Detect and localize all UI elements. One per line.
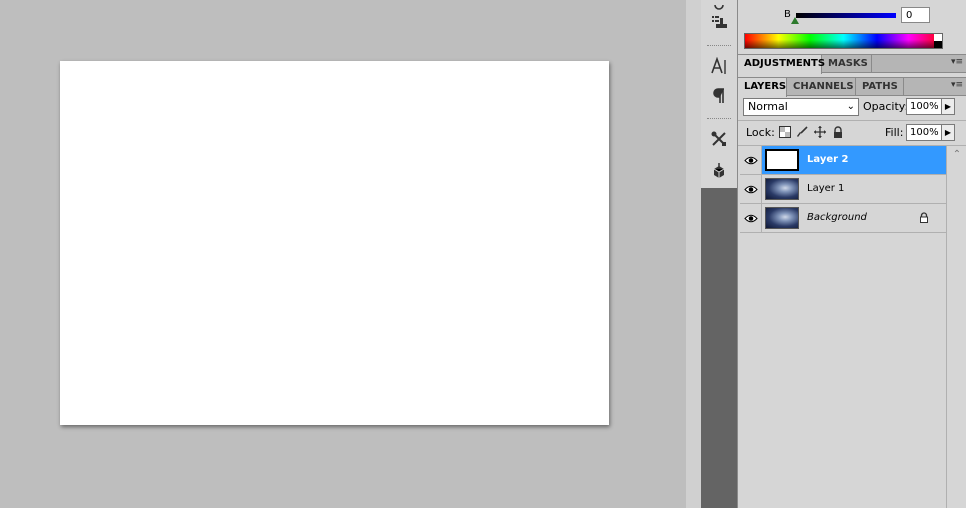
- lock-icon: [918, 211, 930, 223]
- chevron-down-icon: ⌄: [846, 101, 855, 112]
- layers-list: Layer 2 Layer 1 Background: [740, 146, 946, 508]
- slider-thumb[interactable]: [791, 17, 799, 24]
- character-icon[interactable]: [704, 53, 734, 79]
- fill-label: Fill:: [885, 126, 904, 139]
- canvas-area[interactable]: [0, 0, 686, 508]
- panel-dock: [701, 0, 738, 508]
- fill-input[interactable]: 100%: [906, 124, 942, 141]
- black-white-swatch[interactable]: [934, 34, 942, 48]
- dock-icon-strip: [701, 0, 738, 188]
- layer-row[interactable]: Background: [740, 204, 946, 233]
- tool-presets-icon[interactable]: [704, 126, 734, 152]
- document-canvas[interactable]: [60, 61, 609, 425]
- panel-divider[interactable]: [686, 0, 701, 508]
- scroll-up-icon[interactable]: ⌃: [947, 146, 966, 162]
- layer-thumbnail: [765, 178, 799, 200]
- dock-grip[interactable]: [707, 45, 731, 46]
- tab-masks[interactable]: MASKS: [822, 55, 872, 73]
- adjustments-tabbar: ADJUSTMENTS MASKS ▾≡: [738, 54, 966, 74]
- layer-name[interactable]: Layer 2: [807, 154, 848, 165]
- lock-label: Lock:: [746, 126, 775, 139]
- tab-channels[interactable]: CHANNELS: [787, 78, 856, 96]
- layer-row[interactable]: Layer 1: [740, 175, 946, 204]
- layer-thumbnail: [765, 149, 799, 171]
- tab-layers[interactable]: LAYERS: [738, 78, 787, 97]
- divider: [738, 120, 966, 121]
- tab-adjustments[interactable]: ADJUSTMENTS: [738, 55, 825, 74]
- color-channel-slider[interactable]: [796, 13, 896, 18]
- layer-thumbnail: [765, 207, 799, 229]
- visibility-eye-icon[interactable]: [740, 204, 762, 232]
- dock-grip[interactable]: [707, 118, 731, 119]
- layers-scrollbar[interactable]: ⌃: [946, 146, 966, 508]
- opacity-arrow-icon[interactable]: ▶: [941, 98, 955, 115]
- color-spectrum[interactable]: [744, 33, 943, 49]
- fill-arrow-icon[interactable]: ▶: [941, 124, 955, 141]
- blend-mode-value: Normal: [748, 100, 788, 113]
- tab-paths[interactable]: PATHS: [856, 78, 904, 96]
- opacity-input[interactable]: 100%: [906, 98, 942, 115]
- 3d-icon[interactable]: [704, 158, 734, 184]
- layer-name[interactable]: Background: [807, 212, 867, 223]
- color-channel-value[interactable]: 0: [901, 7, 930, 23]
- paragraph-icon[interactable]: [704, 83, 734, 109]
- visibility-eye-icon[interactable]: [740, 146, 762, 174]
- lock-transparent-pixels-icon[interactable]: [778, 125, 792, 139]
- lock-position-icon[interactable]: [813, 125, 827, 139]
- panel-menu-icon[interactable]: ▾≡: [951, 80, 963, 90]
- lock-image-pixels-icon[interactable]: [795, 125, 809, 139]
- clone-source-icon[interactable]: [704, 9, 734, 35]
- layer-row[interactable]: Layer 2: [740, 146, 946, 175]
- lock-all-icon[interactable]: [831, 125, 845, 139]
- visibility-eye-icon[interactable]: [740, 175, 762, 203]
- layers-tabbar: LAYERS CHANNELS PATHS ▾≡: [738, 77, 966, 97]
- color-channel-row: B 0: [738, 6, 966, 26]
- layer-name[interactable]: Layer 1: [807, 183, 844, 194]
- panels-column: B 0 ADJUSTMENTS MASKS ▾≡ LAYERS CHANNELS…: [737, 0, 966, 508]
- color-channel-label: B: [784, 9, 791, 20]
- opacity-label: Opacity:: [863, 100, 909, 113]
- blend-mode-select[interactable]: Normal ⌄: [743, 98, 859, 116]
- panel-menu-icon[interactable]: ▾≡: [951, 57, 963, 67]
